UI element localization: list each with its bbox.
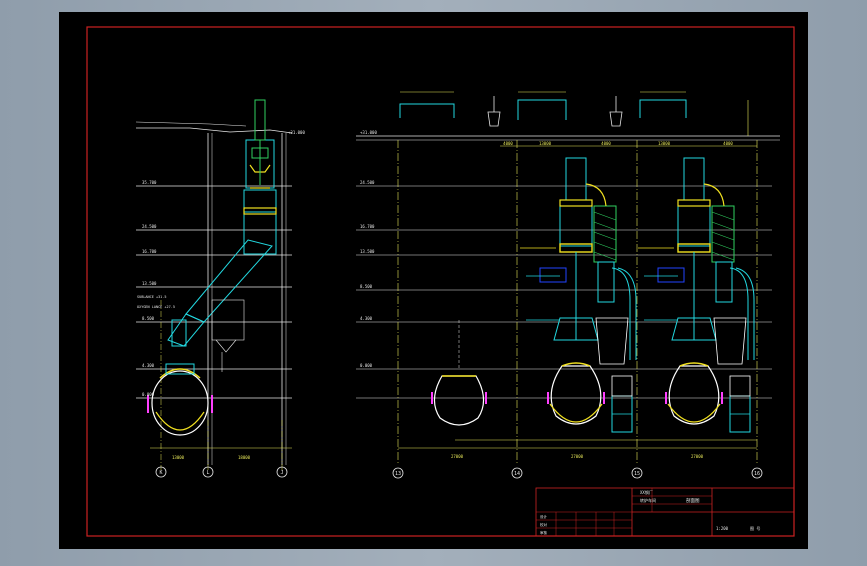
tb-line-1: XX钢厂 — [640, 489, 653, 495]
cad-drawing: K L J 35.700 24.500 16.700 13.500 8.500 4.300 0.… — [59, 12, 808, 549]
right-elevation-5: 4.300 — [360, 316, 373, 321]
left-span-dim-2: 18000 — [238, 455, 251, 460]
note-oxygen-lance: OXYGEN LANCE +27.5 — [137, 305, 175, 309]
right-axis-label-2: 15 — [634, 471, 640, 477]
right-sub-dim-3: 13000 — [658, 141, 671, 146]
right-axis-label-1: 14 — [514, 471, 520, 477]
left-axis-label-2: J — [280, 470, 283, 476]
drawing-sheet — [59, 12, 808, 549]
left-elevation-5: 4.300 — [142, 363, 155, 368]
right-elevation-1: 24.500 — [360, 180, 375, 185]
note-sublance: SUBLANCE +31.5 — [137, 295, 167, 299]
tb-line-5: 校对 — [540, 522, 548, 527]
right-elevation-2: 16.700 — [360, 224, 375, 229]
left-axis-label-0: K — [159, 470, 162, 476]
tb-line-4: 设计 — [540, 514, 548, 519]
right-sub-dim-1: 13000 — [539, 141, 552, 146]
right-span-dim-0: 27000 — [451, 454, 464, 459]
right-sub-dim-2: 4000 — [601, 141, 611, 146]
left-elevation-0: 35.700 — [142, 180, 157, 185]
right-elevation-4: 8.500 — [360, 284, 373, 289]
left-elevation-4: 8.500 — [142, 316, 155, 321]
left-elevation-2: 16.700 — [142, 249, 157, 254]
right-span-dim-1: 27000 — [571, 454, 584, 459]
left-top-elevation: +31.000 — [288, 130, 305, 135]
right-span-dim-2: 27000 — [691, 454, 704, 459]
right-axis-label-3: 16 — [754, 471, 760, 477]
tb-line-2: 转炉车间 — [640, 497, 656, 503]
right-sub-dim-4: 4000 — [723, 141, 733, 146]
left-axis-label-1: L — [206, 470, 209, 476]
left-span-dim-1: 13000 — [172, 455, 185, 460]
right-elevation-6: 0.000 — [360, 363, 373, 368]
left-elevation-3: 13.500 — [142, 281, 157, 286]
tb-number: 图 号 — [750, 525, 760, 531]
left-elevation-1: 24.500 — [142, 224, 157, 229]
right-elevation-3: 13.500 — [360, 249, 375, 254]
right-sub-dim-0: 4000 — [503, 141, 513, 146]
left-elevation-6: 0.000 — [142, 392, 155, 397]
tb-line-3: 剖面图 — [686, 497, 700, 504]
tb-scale: 1:200 — [716, 526, 729, 531]
tb-line-6: 审核 — [540, 530, 548, 535]
right-axis-label-0: 13 — [395, 471, 401, 477]
right-elevation-0: +31.000 — [360, 130, 377, 135]
cad-viewport: K L J 35.700 24.500 16.700 13.500 8.500 4.300 0.… — [0, 0, 867, 562]
